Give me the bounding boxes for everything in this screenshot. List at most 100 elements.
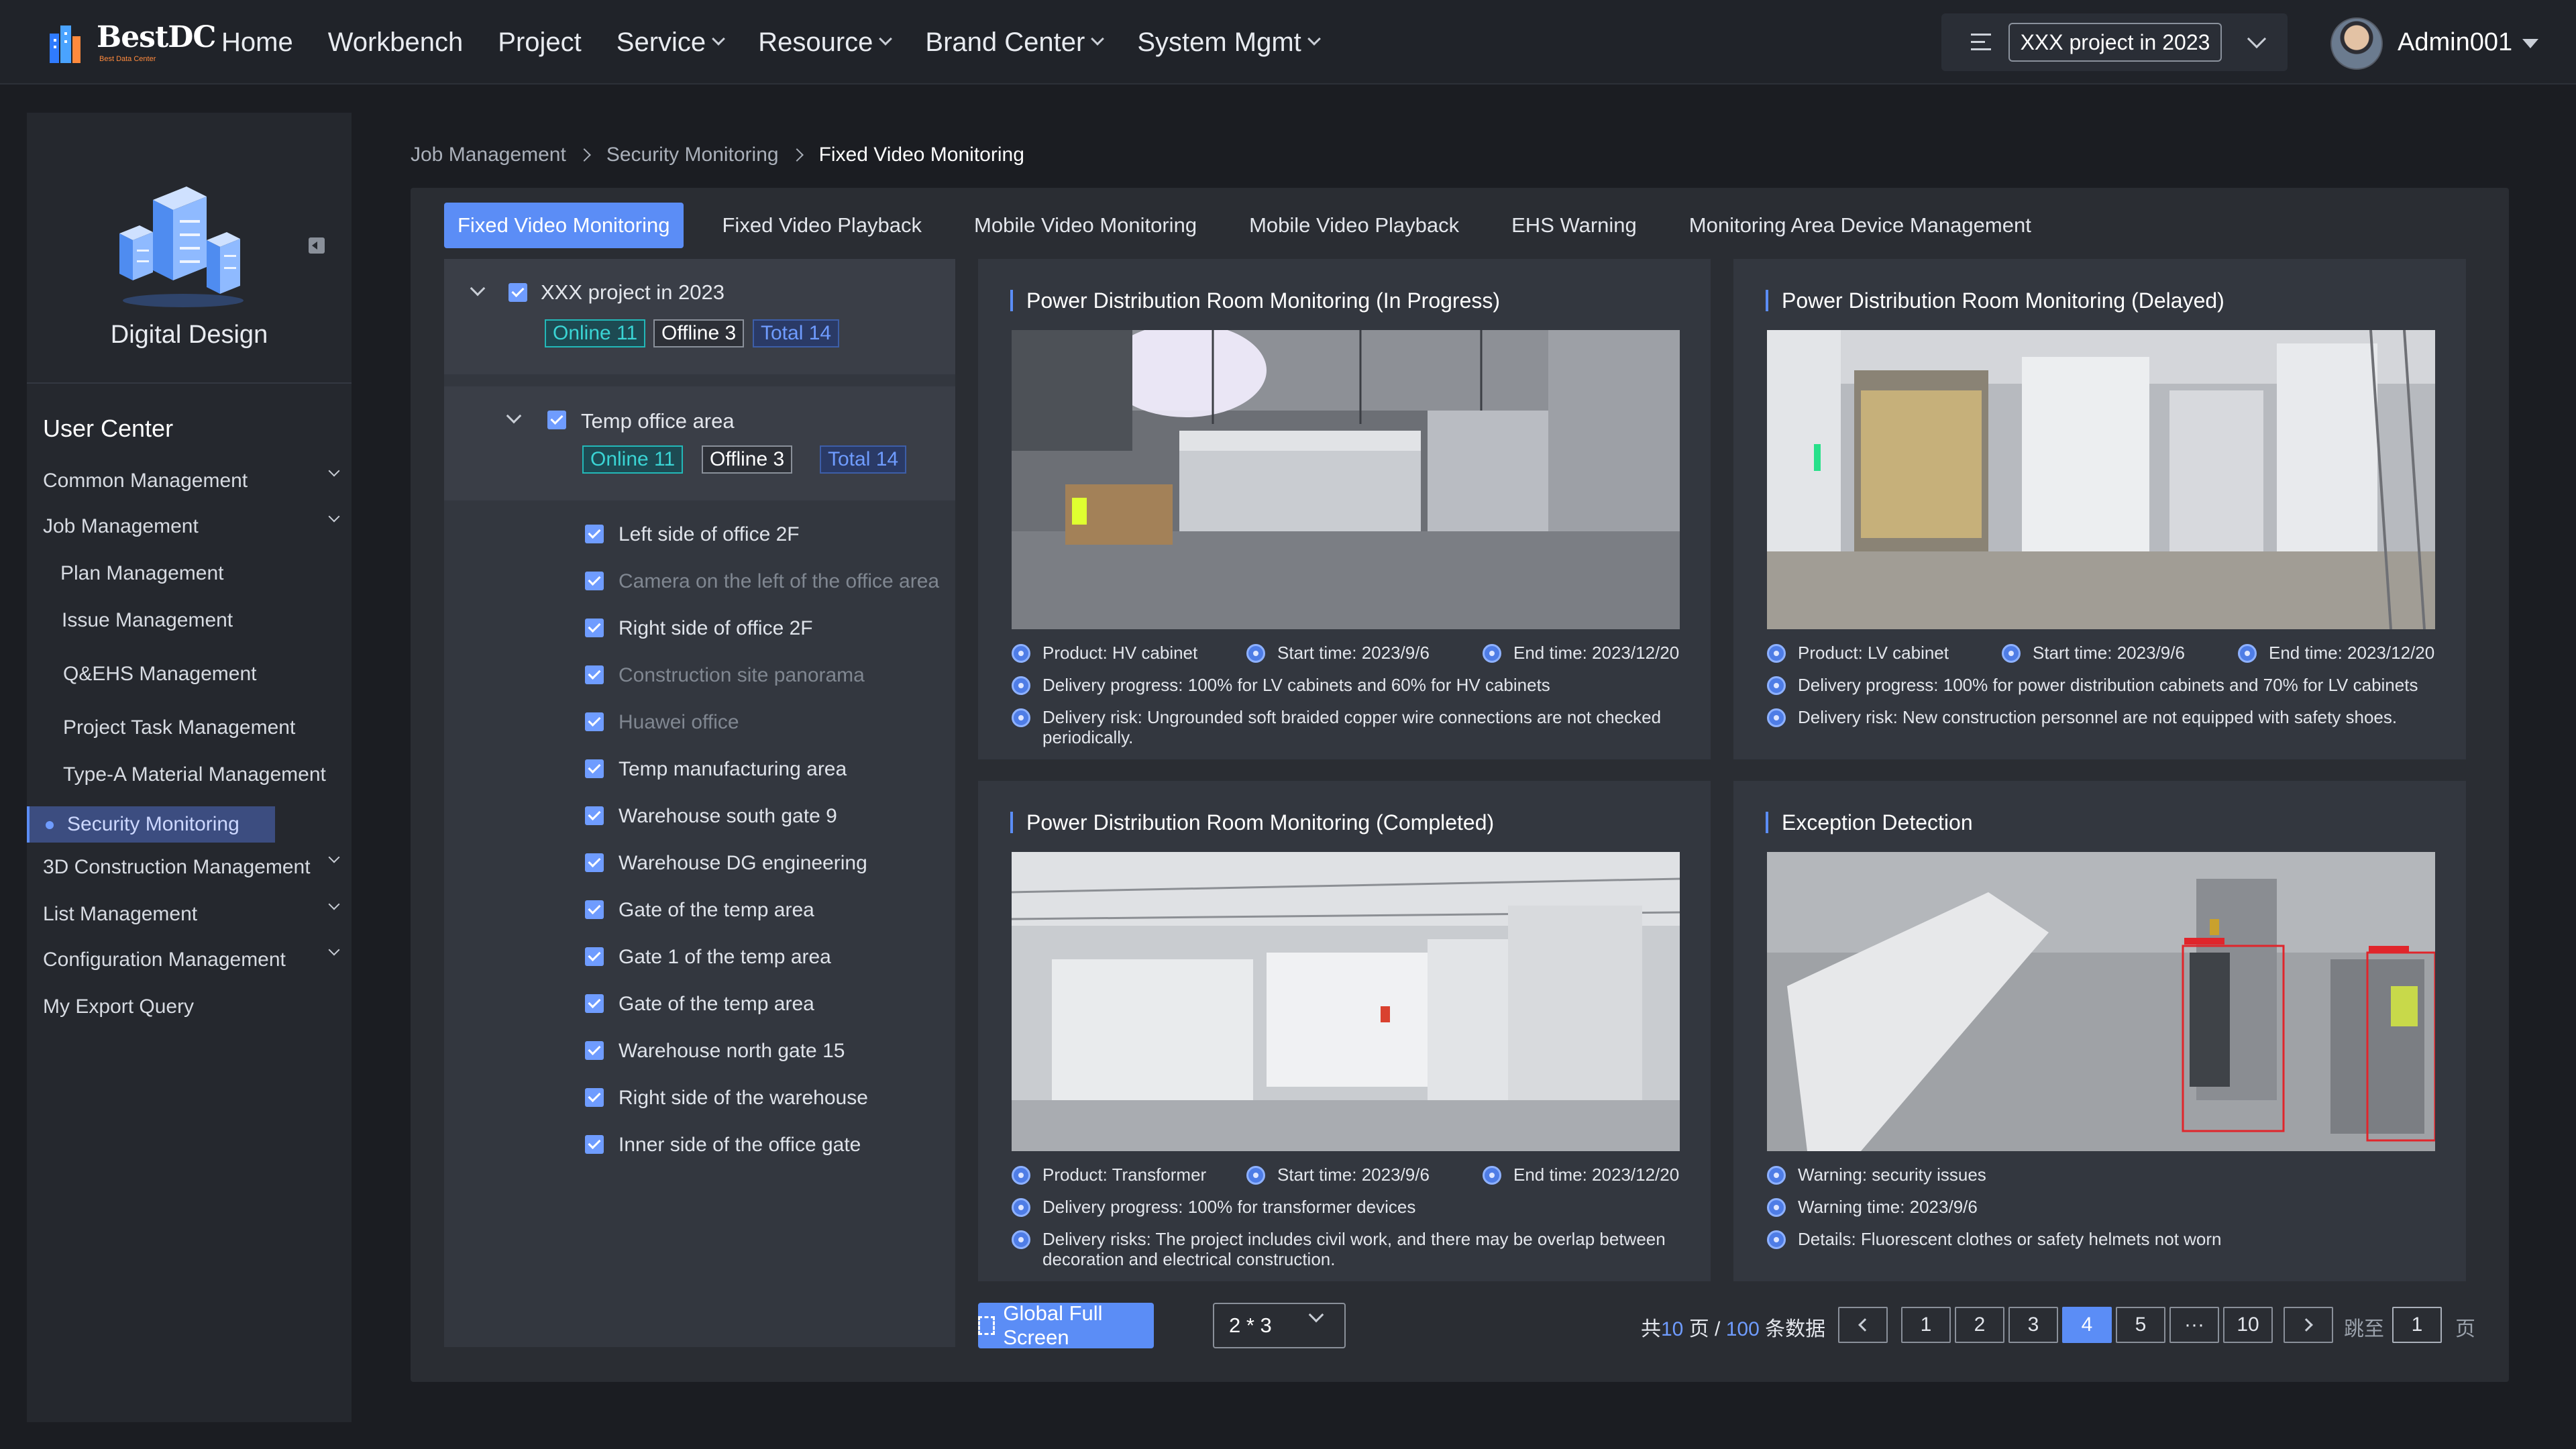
sidebar-item-3d-construction-management[interactable]: 3D Construction Management <box>43 851 340 879</box>
sidebar-item-list-management[interactable]: List Management <box>43 898 340 926</box>
page-ellipsis[interactable]: ··· <box>2169 1307 2219 1343</box>
sidebar-item-my-export-query[interactable]: My Export Query <box>43 996 338 1018</box>
sidebar-item-label: My Export Query <box>43 996 195 1018</box>
checkbox[interactable] <box>585 525 604 543</box>
product-text: Product: HV cabinet <box>1042 643 1198 663</box>
product-icon <box>1767 644 1786 663</box>
checkbox[interactable] <box>585 665 604 684</box>
nav-system-mgmt[interactable]: System Mgmt <box>1137 28 1321 58</box>
tab-mobile-video-playback[interactable]: Mobile Video Playback <box>1236 203 1472 248</box>
page-button[interactable]: 1 <box>1901 1307 1951 1343</box>
summary-records-unit: 条数据 <box>1765 1318 1826 1340</box>
nav-workbench[interactable]: Workbench <box>328 28 464 58</box>
breadcrumb-job-management[interactable]: Job Management <box>411 144 566 166</box>
checkbox[interactable] <box>585 947 604 966</box>
sidebar-sub-security-monitoring[interactable]: Security Monitoring <box>27 806 275 843</box>
page-button[interactable]: 10 <box>2223 1307 2273 1343</box>
brand-name: Digital Design <box>110 321 268 349</box>
nav-brand-center[interactable]: Brand Center <box>925 28 1105 58</box>
checkbox[interactable] <box>585 1088 604 1107</box>
camera-label: Right side of office 2F <box>619 617 813 639</box>
chevron-down-icon[interactable] <box>2247 29 2267 49</box>
chevron-down-icon[interactable] <box>470 280 486 297</box>
camera-feed-image[interactable] <box>1012 330 1680 629</box>
chevron-down-icon <box>328 898 340 910</box>
checkbox[interactable] <box>585 619 604 637</box>
product-text: Product: LV cabinet <box>1798 643 1949 663</box>
nav-resource-label: Resource <box>758 27 873 57</box>
checkbox[interactable] <box>585 994 604 1013</box>
main-panel: Fixed Video Monitoring Fixed Video Playb… <box>411 188 2509 1382</box>
page-button-current[interactable]: 4 <box>2062 1307 2112 1343</box>
breadcrumb-security-monitoring[interactable]: Security Monitoring <box>606 144 779 166</box>
checkbox[interactable] <box>585 900 604 919</box>
risk-text: Delivery risk: Ungrounded soft braided c… <box>1042 707 1662 747</box>
chevron-down-icon <box>328 851 340 863</box>
total-badge: Total 14 <box>820 445 907 474</box>
camera-feed-image[interactable] <box>1012 852 1680 1151</box>
collapse-icon[interactable] <box>309 237 325 254</box>
sidebar-sub-project-task-management[interactable]: Project Task Management <box>63 716 295 739</box>
chevron-down-icon <box>1091 32 1105 46</box>
caret-down-icon[interactable] <box>2522 39 2538 48</box>
checkbox[interactable] <box>585 759 604 778</box>
chevron-down-icon[interactable] <box>506 408 522 424</box>
checkbox[interactable] <box>508 283 527 302</box>
tab-ehs-warning[interactable]: EHS Warning <box>1498 203 1650 248</box>
nav-service[interactable]: Service <box>616 28 726 58</box>
nav-resource[interactable]: Resource <box>758 27 893 58</box>
layout-select[interactable]: 2 * 3 <box>1213 1303 1346 1348</box>
checkbox[interactable] <box>585 572 604 590</box>
checkbox[interactable] <box>547 411 566 429</box>
camera-feed-image[interactable] <box>1767 330 2435 629</box>
sidebar-sub-type-a-material-management[interactable]: Type-A Material Management <box>63 763 326 786</box>
sidebar-item-common-management[interactable]: Common Management <box>43 465 340 492</box>
global-full-screen-button[interactable]: Global Full Screen <box>978 1301 1154 1349</box>
risk-icon <box>1767 708 1786 727</box>
sidebar-sub-issue-management[interactable]: Issue Management <box>62 609 233 632</box>
tab-fixed-video-playback[interactable]: Fixed Video Playback <box>709 203 936 248</box>
checkbox[interactable] <box>585 806 604 825</box>
page-button[interactable]: 3 <box>2008 1307 2058 1343</box>
user-name[interactable]: Admin001 <box>2398 28 2512 57</box>
sidebar-item-configuration-management[interactable]: Configuration Management <box>43 944 340 971</box>
checkbox[interactable] <box>585 712 604 731</box>
avatar[interactable] <box>2330 17 2383 70</box>
prev-page-button[interactable] <box>1838 1307 1888 1343</box>
checkbox[interactable] <box>585 1041 604 1060</box>
sidebar-item-label: Security Monitoring <box>67 813 239 835</box>
next-page-button[interactable] <box>2284 1307 2333 1343</box>
nav-home[interactable]: Home <box>221 28 293 58</box>
project-select-value[interactable]: XXX project in 2023 <box>2008 23 2222 62</box>
page-button[interactable]: 2 <box>1955 1307 2004 1343</box>
camera-tree: XXX project in 2023 Online 11 Offline 3 … <box>444 259 955 1347</box>
card-title: Power Distribution Room Monitoring (In P… <box>1010 290 1500 311</box>
bestdc-logo[interactable]: BestDC Best Data Center <box>44 16 216 70</box>
sidebar-item-job-management[interactable]: Job Management <box>43 511 340 538</box>
card-title: Power Distribution Room Monitoring (Dela… <box>1766 290 2224 311</box>
tab-monitoring-area-device-management[interactable]: Monitoring Area Device Management <box>1676 203 2045 248</box>
nav-project[interactable]: Project <box>498 28 582 58</box>
chevron-down-icon <box>328 944 340 956</box>
page-button[interactable]: 5 <box>2116 1307 2165 1343</box>
end-time-text: End time: 2023/12/20 <box>1513 1165 1680 1185</box>
camera-label: Left side of office 2F <box>619 523 800 545</box>
building-icon <box>119 186 244 307</box>
checkbox[interactable] <box>585 1135 604 1154</box>
camera-feed-image[interactable] <box>1767 852 2435 1151</box>
camera-label: Gate of the temp area <box>619 993 814 1015</box>
tree-node-area[interactable]: Temp office area Online 11 Offline 3 Tot… <box>444 386 955 500</box>
tree-node-project[interactable]: XXX project in 2023 Online 11 Offline 3 … <box>444 259 955 374</box>
project-selector[interactable]: XXX project in 2023 <box>1941 13 2288 71</box>
tab-fixed-video-monitoring[interactable]: Fixed Video Monitoring <box>444 203 684 248</box>
jump-page-input[interactable]: 1 <box>2392 1307 2442 1343</box>
sidebar-sub-qehs-management[interactable]: Q&EHS Management <box>63 663 256 686</box>
product-icon <box>1012 644 1030 663</box>
sidebar: Digital Design User Center Common Manage… <box>27 113 352 1422</box>
checkbox[interactable] <box>585 853 604 872</box>
menu-icon[interactable] <box>1971 34 1991 51</box>
camera-label: Gate 1 of the temp area <box>619 946 831 968</box>
sidebar-sub-plan-management[interactable]: Plan Management <box>60 562 224 585</box>
end-time-text: End time: 2023/12/20 <box>1513 643 1680 663</box>
tab-mobile-video-monitoring[interactable]: Mobile Video Monitoring <box>961 203 1210 248</box>
